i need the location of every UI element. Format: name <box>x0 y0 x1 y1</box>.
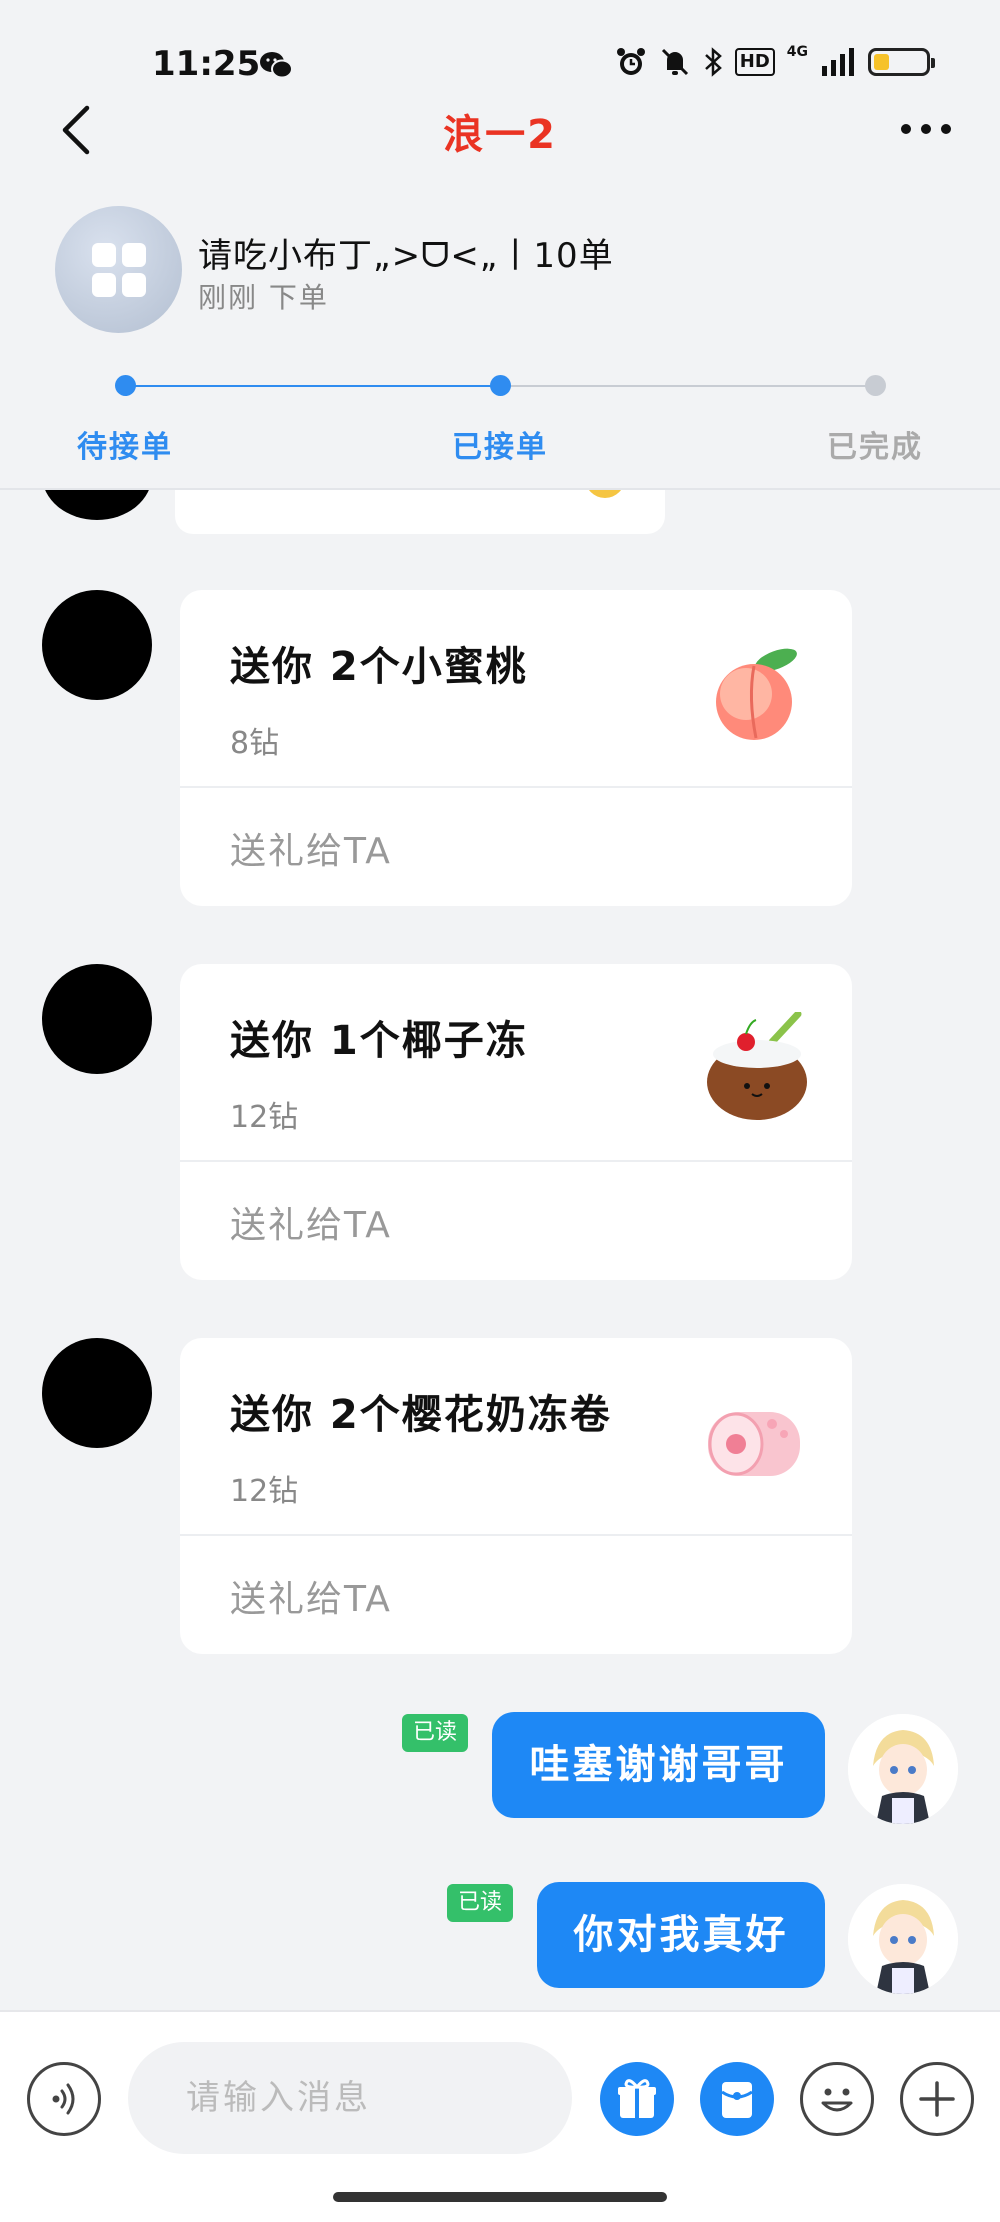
step-label-pending: 待接单 <box>77 430 173 465</box>
bluetooth-icon <box>704 47 722 77</box>
status-icons: HD 4G <box>615 44 935 78</box>
hd-badge: HD <box>734 48 775 76</box>
avatar[interactable] <box>42 590 152 700</box>
step-label-completed: 已完成 <box>827 430 923 465</box>
signal-icon <box>822 48 854 76</box>
gift-title: 送你 2个小蜜桃 <box>230 644 528 690</box>
more-actions-button[interactable] <box>900 2062 974 2136</box>
my-avatar[interactable] <box>848 1884 958 1994</box>
gift-price: 12钻 <box>230 1100 299 1135</box>
send-gift-button[interactable]: 送礼给TA <box>230 822 392 874</box>
peach-icon <box>716 648 797 740</box>
order-subtitle: 刚刚 下单 <box>198 281 329 314</box>
my-message-bubble[interactable]: 你对我真好 <box>537 1882 825 1988</box>
progress-track-done <box>125 385 500 387</box>
avatar[interactable] <box>42 1338 152 1448</box>
message-input[interactable] <box>128 2042 572 2154</box>
step-dot-completed <box>865 375 886 396</box>
my-avatar[interactable] <box>848 1714 958 1824</box>
alarm-icon <box>616 48 645 75</box>
emoji-icon <box>585 490 625 498</box>
smiley-icon <box>821 2088 853 2112</box>
envelope-icon <box>721 2082 753 2118</box>
gift-price: 8钻 <box>230 726 280 761</box>
network-label: 4G <box>786 44 808 60</box>
more-icon[interactable] <box>896 114 956 144</box>
send-gift-button[interactable]: 送礼给TA <box>230 1196 392 1248</box>
input-bar <box>0 2010 1000 2222</box>
gift-card[interactable]: 送你 2个樱花奶冻卷 12钻 送礼给TA <box>180 1338 852 1654</box>
gift-divider <box>180 1534 852 1536</box>
page-title: 浪一2 <box>443 112 557 158</box>
nav-bar: 浪一2 <box>0 90 1000 170</box>
plus-icon <box>919 2081 955 2117</box>
message-bubble[interactable] <box>175 490 665 534</box>
voice-button[interactable] <box>27 2062 101 2136</box>
chat-area[interactable]: 送你 2个小蜜桃 8钻 送礼给TA 送你 1个椰子冻 12钻 送礼给TA 送你 … <box>0 490 1000 2010</box>
gift-icon <box>618 2079 656 2118</box>
emoji-button[interactable] <box>800 2062 874 2136</box>
gift-price: 12钻 <box>230 1474 299 1509</box>
sakura-roll-icon <box>708 1412 800 1476</box>
progress-track-todo <box>500 385 875 387</box>
step-label-accepted: 已接单 <box>452 430 548 465</box>
my-message-bubble[interactable]: 哇塞谢谢哥哥 <box>492 1712 825 1818</box>
read-badge: 已读 <box>402 1714 468 1752</box>
home-indicator[interactable] <box>333 2192 667 2202</box>
avatar[interactable] <box>42 964 152 1074</box>
gift-button[interactable] <box>600 2062 674 2136</box>
my-message-row: 已读 你对我真好 <box>0 1882 1000 2002</box>
gift-title: 送你 1个椰子冻 <box>230 1018 528 1064</box>
avatar[interactable] <box>42 490 152 520</box>
gift-card[interactable]: 送你 2个小蜜桃 8钻 送礼给TA <box>180 590 852 906</box>
red-packet-button[interactable] <box>700 2062 774 2136</box>
gift-divider <box>180 1160 852 1162</box>
read-badge: 已读 <box>447 1884 513 1922</box>
order-avatar <box>55 206 182 333</box>
battery-fill <box>874 54 889 70</box>
step-dot-pending <box>115 375 136 396</box>
step-dot-accepted <box>490 375 511 396</box>
anime-avatar-icon <box>848 1714 958 1824</box>
coconut-icon <box>707 1012 807 1120</box>
send-gift-button[interactable]: 送礼给TA <box>230 1570 392 1622</box>
voice-icon <box>52 2083 75 2115</box>
order-progress: 待接单 已接单 已完成 <box>0 360 1000 490</box>
battery-icon <box>868 48 935 76</box>
apps-grid-icon <box>92 243 146 297</box>
status-time: 11:25 <box>152 44 261 84</box>
mute-icon <box>661 48 688 76</box>
gift-card[interactable]: 送你 1个椰子冻 12钻 送礼给TA <box>180 964 852 1280</box>
gift-title: 送你 2个樱花奶冻卷 <box>230 1392 612 1438</box>
anime-avatar-icon <box>848 1884 958 1994</box>
my-message-row: 已读 哇塞谢谢哥哥 <box>0 1712 1000 1832</box>
gift-divider <box>180 786 852 788</box>
order-summary[interactable]: 请吃小布丁„>ᗜ<„丨10单 刚刚 下单 <box>0 200 1000 340</box>
wechat-icon <box>260 52 293 79</box>
order-title: 请吃小布丁„>ᗜ<„丨10单 <box>198 236 614 276</box>
